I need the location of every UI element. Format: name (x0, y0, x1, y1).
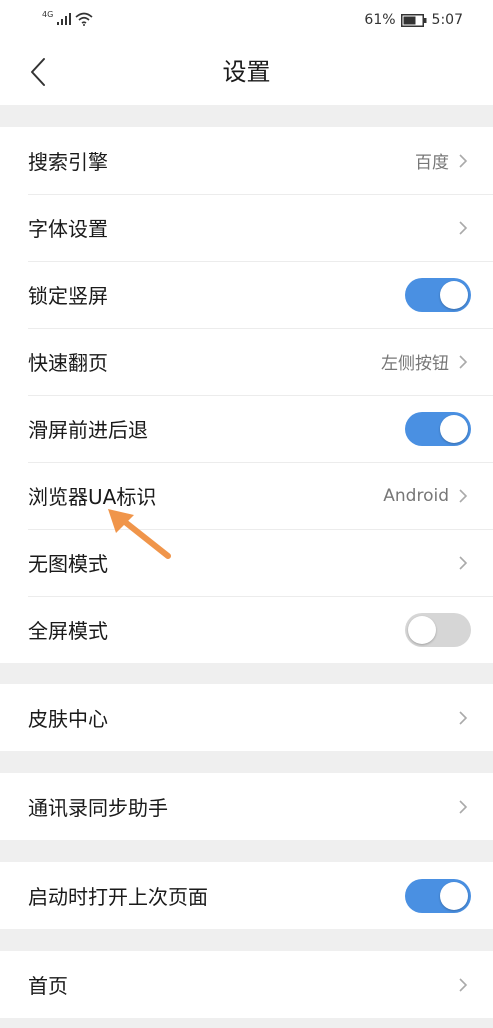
chevron-right-icon (459, 354, 468, 369)
lock-portrait-toggle[interactable] (405, 277, 471, 312)
chevron-right-icon (459, 710, 468, 725)
setting-label: 无图模式 (28, 552, 108, 576)
chevron-right-icon (459, 488, 468, 503)
status-bar: 4G 61% 5:07 (0, 0, 493, 40)
setting-label: 首页 (28, 974, 68, 998)
setting-label: 全屏模式 (28, 619, 108, 643)
setting-label: 启动时打开上次页面 (28, 885, 208, 909)
setting-value: 百度 (415, 153, 449, 173)
chevron-right-icon (459, 799, 468, 814)
wifi-icon (75, 12, 93, 26)
setting-row-swipe-nav: 滑屏前进后退 (0, 395, 493, 462)
back-button[interactable] (22, 54, 58, 90)
page-title: 设置 (222, 58, 271, 86)
battery-icon (400, 13, 427, 27)
battery-percent: 61% (364, 12, 396, 28)
setting-row-skin-center[interactable]: 皮肤中心 (0, 684, 493, 751)
setting-row-no-image[interactable]: 无图模式 (0, 529, 493, 596)
setting-row-lock-portrait: 锁定竖屏 (0, 261, 493, 328)
settings-group-general: 搜索引擎 百度 字体设置 锁定竖屏 快速翻页 左侧按钮 滑屏前进后退 浏览器UA… (0, 127, 493, 663)
network-type: 4G (42, 9, 54, 19)
setting-row-fullscreen: 全屏模式 (0, 596, 493, 663)
setting-row-browser-ua[interactable]: 浏览器UA标识 Android (0, 462, 493, 529)
toggle-knob (440, 280, 468, 309)
chevron-left-icon (31, 58, 45, 86)
setting-row-contacts-sync[interactable]: 通讯录同步助手 (0, 773, 493, 840)
clock-time: 5:07 (431, 12, 463, 28)
setting-label: 快速翻页 (28, 351, 108, 375)
setting-label: 皮肤中心 (28, 707, 108, 731)
chevron-right-icon (459, 555, 468, 570)
setting-label: 浏览器UA标识 (28, 485, 157, 509)
toggle-knob (440, 881, 468, 910)
setting-value: 左侧按钮 (381, 354, 449, 374)
setting-label: 锁定竖屏 (28, 284, 108, 308)
setting-row-fast-page[interactable]: 快速翻页 左侧按钮 (0, 328, 493, 395)
status-left: 4G (42, 10, 93, 28)
toggle-knob (408, 615, 436, 644)
status-right: 61% 5:07 (364, 10, 463, 30)
settings-group-skin: 皮肤中心 (0, 684, 493, 751)
setting-row-restore-last: 启动时打开上次页面 (0, 862, 493, 929)
fullscreen-toggle[interactable] (405, 612, 471, 647)
page-header: 设置 (0, 40, 493, 105)
chevron-right-icon (459, 153, 468, 168)
setting-row-home[interactable]: 首页 (0, 951, 493, 1018)
setting-row-font[interactable]: 字体设置 (0, 194, 493, 261)
chevron-right-icon (459, 977, 468, 992)
settings-group-startup: 启动时打开上次页面 (0, 862, 493, 929)
setting-label: 通讯录同步助手 (28, 796, 168, 820)
setting-label: 字体设置 (28, 217, 108, 241)
restore-last-toggle[interactable] (405, 878, 471, 913)
setting-label: 搜索引擎 (28, 150, 108, 174)
setting-row-search-engine[interactable]: 搜索引擎 百度 (0, 127, 493, 194)
setting-value: Android (383, 485, 449, 506)
settings-group-contacts: 通讯录同步助手 (0, 773, 493, 840)
signal-icon (57, 13, 72, 25)
chevron-right-icon (459, 220, 468, 235)
setting-label: 滑屏前进后退 (28, 418, 148, 442)
toggle-knob (440, 414, 468, 443)
settings-group-home: 首页 (0, 951, 493, 1018)
swipe-nav-toggle[interactable] (405, 411, 471, 446)
